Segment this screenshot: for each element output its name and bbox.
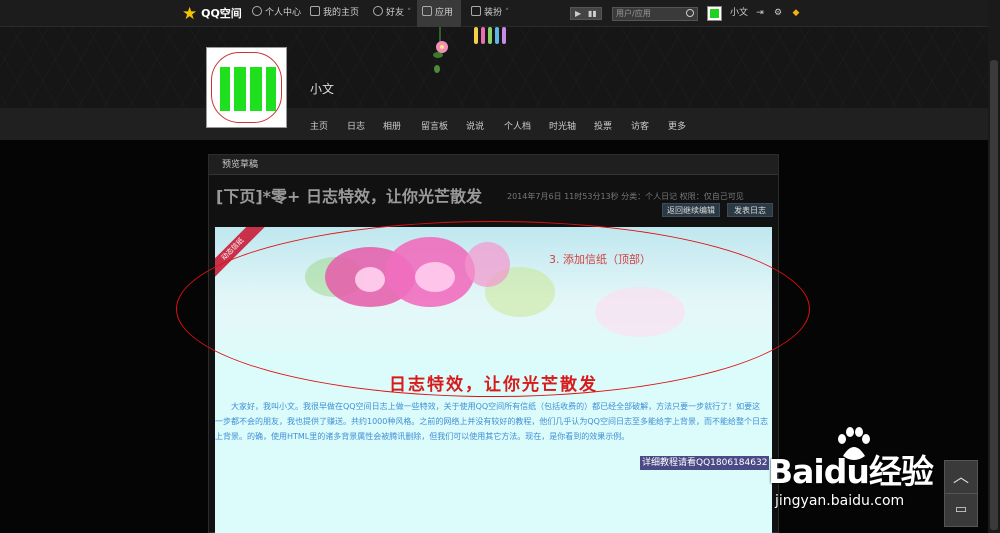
nav-item-home[interactable]: 主页 xyxy=(310,119,328,132)
contact-highlight: 详细教程请看QQ1806184632 xyxy=(640,456,770,470)
baidu-watermark: Baidu经验 jingyan.baidu.com xyxy=(768,421,948,517)
scrollbar-thumb[interactable] xyxy=(990,60,998,530)
person-icon xyxy=(252,6,262,16)
nav-item-messages[interactable]: 留言板 xyxy=(421,119,448,132)
nav-item-more[interactable]: 更多 xyxy=(668,119,686,132)
logo-text: QQ空间 xyxy=(201,7,242,20)
topbar-personal-center[interactable]: 个人中心 xyxy=(252,0,302,27)
nav-item-blog[interactable]: 日志 xyxy=(347,119,365,132)
topbar-apps[interactable]: 应用 xyxy=(417,0,461,27)
diamond-icon[interactable]: ◆ xyxy=(790,0,802,27)
gear-icon[interactable]: ⚙ xyxy=(772,0,784,27)
nav-item-vote[interactable]: 投票 xyxy=(594,119,612,132)
outfit-icon xyxy=(471,6,481,16)
friends-icon xyxy=(373,6,383,16)
star-icon: ★ xyxy=(182,4,198,24)
nav-item-album[interactable]: 相册 xyxy=(383,119,401,132)
search-icon[interactable] xyxy=(686,9,694,17)
topbar-outfit[interactable]: 装扮 ˅ xyxy=(471,0,511,27)
profile-nickname: 小文 xyxy=(310,82,335,96)
qzone-logo[interactable]: ★ QQ空间 xyxy=(182,4,242,24)
annotation-ellipse xyxy=(176,221,810,397)
publish-button[interactable]: 发表日志 xyxy=(727,203,773,217)
profile-avatar[interactable] xyxy=(206,47,287,128)
green-logo-icon xyxy=(220,67,276,111)
music-player[interactable]: ▶ ▮▮ xyxy=(570,7,602,20)
nav-band xyxy=(0,108,1000,140)
post-title: [下页]*零+ 日志特效，让你光芒散发 xyxy=(216,187,482,206)
topbar-my-home-label: 我的主页 xyxy=(323,8,360,18)
nav-item-shuoshuo[interactable]: 说说 xyxy=(466,119,484,132)
nav-item-profile[interactable]: 个人档 xyxy=(504,119,531,132)
back-to-edit-button[interactable]: 返回继续编辑 xyxy=(662,203,720,217)
watermark-url: jingyan.baidu.com xyxy=(775,493,905,509)
home-icon xyxy=(310,6,320,16)
apps-icon xyxy=(422,6,432,16)
hanging-flower-decoration xyxy=(433,27,506,73)
top-bar: ★ QQ空间 个人中心 我的主页 好友 ˅ 应用 装扮 ˅ ▶ ▮▮ 用户/应用… xyxy=(0,0,1000,27)
search-placeholder: 用户/应用 xyxy=(616,9,651,18)
watermark-brand: Baidu经验 xyxy=(768,452,934,491)
topbar-my-home[interactable]: 我的主页 xyxy=(310,0,364,27)
topbar-outfit-label: 装扮 xyxy=(484,8,503,18)
nav-item-visitors[interactable]: 访客 xyxy=(631,119,649,132)
feedback-button[interactable]: ▭ xyxy=(944,493,978,527)
panel-header: 预览草稿 xyxy=(209,155,778,175)
topbar-username[interactable]: 小文 xyxy=(730,0,748,27)
avatar-logo xyxy=(710,9,719,18)
avatar-image xyxy=(211,52,282,123)
letter-body-text: 大家好，我叫小文。我很早做在QQ空间日志上做一些特效，关于使用QQ空间所有信纸（… xyxy=(215,402,768,441)
play-icon[interactable]: ▶ xyxy=(575,9,581,19)
nav-item-timeline[interactable]: 时光轴 xyxy=(549,119,576,132)
topbar-friends[interactable]: 好友 ˅ xyxy=(373,0,413,27)
post-meta: 2014年7月6日 11时53分13秒 分类：个人日记 权限：仅自己可见 xyxy=(507,192,744,201)
topbar-avatar[interactable] xyxy=(707,6,722,21)
search-input[interactable]: 用户/应用 xyxy=(612,7,698,21)
topbar-apps-label: 应用 xyxy=(435,8,454,18)
page: ★ QQ空间 个人中心 我的主页 好友 ˅ 应用 装扮 ˅ ▶ ▮▮ 用户/应用… xyxy=(0,0,1000,533)
topbar-friends-label: 好友 xyxy=(386,8,405,18)
back-to-top-button[interactable]: ︿ xyxy=(944,460,978,494)
topbar-personal-center-label: 个人中心 xyxy=(265,8,302,18)
volume-icon[interactable]: ▮▮ xyxy=(588,9,597,19)
logout-icon[interactable]: ⇥ xyxy=(754,0,766,27)
